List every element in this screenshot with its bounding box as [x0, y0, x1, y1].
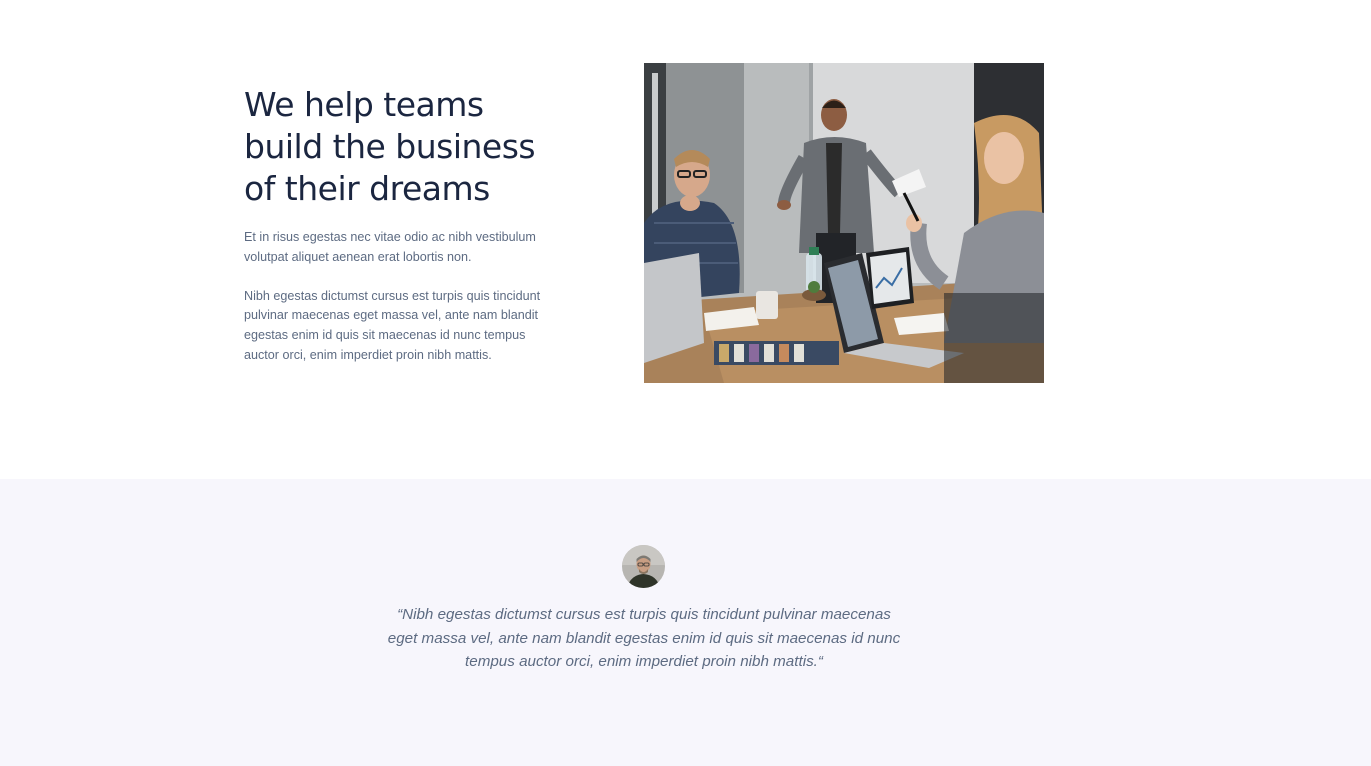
- quote-line: eget massa vel, ante nam blandit egestas…: [387, 629, 901, 647]
- hero-section: We help teams build the business of thei…: [0, 0, 1371, 479]
- hero-paragraph-2: Nibh egestas dictumst cursus est turpis …: [244, 288, 541, 362]
- quote-line: “Nibh egestas dictumst cursus est turpis…: [397, 606, 891, 623]
- team-meeting-photo: [644, 63, 1044, 383]
- hero-paragraph-1: Et in risus egestas nec vitae odio ac ni…: [244, 230, 536, 264]
- quote-line: tempus auctor orci, enim imperdiet proin…: [465, 653, 823, 670]
- hero-title: We help teams build the business of thei…: [244, 84, 564, 210]
- testimonial-quote: “Nibh egestas dictumst cursus est turpis…: [370, 603, 918, 674]
- hero-title-line: of their dreams: [244, 169, 490, 208]
- hero-title-line: build the business: [244, 127, 536, 166]
- avatar: [622, 545, 665, 588]
- hero-text-block: We help teams build the business of thei…: [244, 84, 564, 366]
- testimonial-section: “Nibh egestas dictumst cursus est turpis…: [0, 479, 1371, 766]
- hero-title-line: We help teams: [244, 85, 484, 124]
